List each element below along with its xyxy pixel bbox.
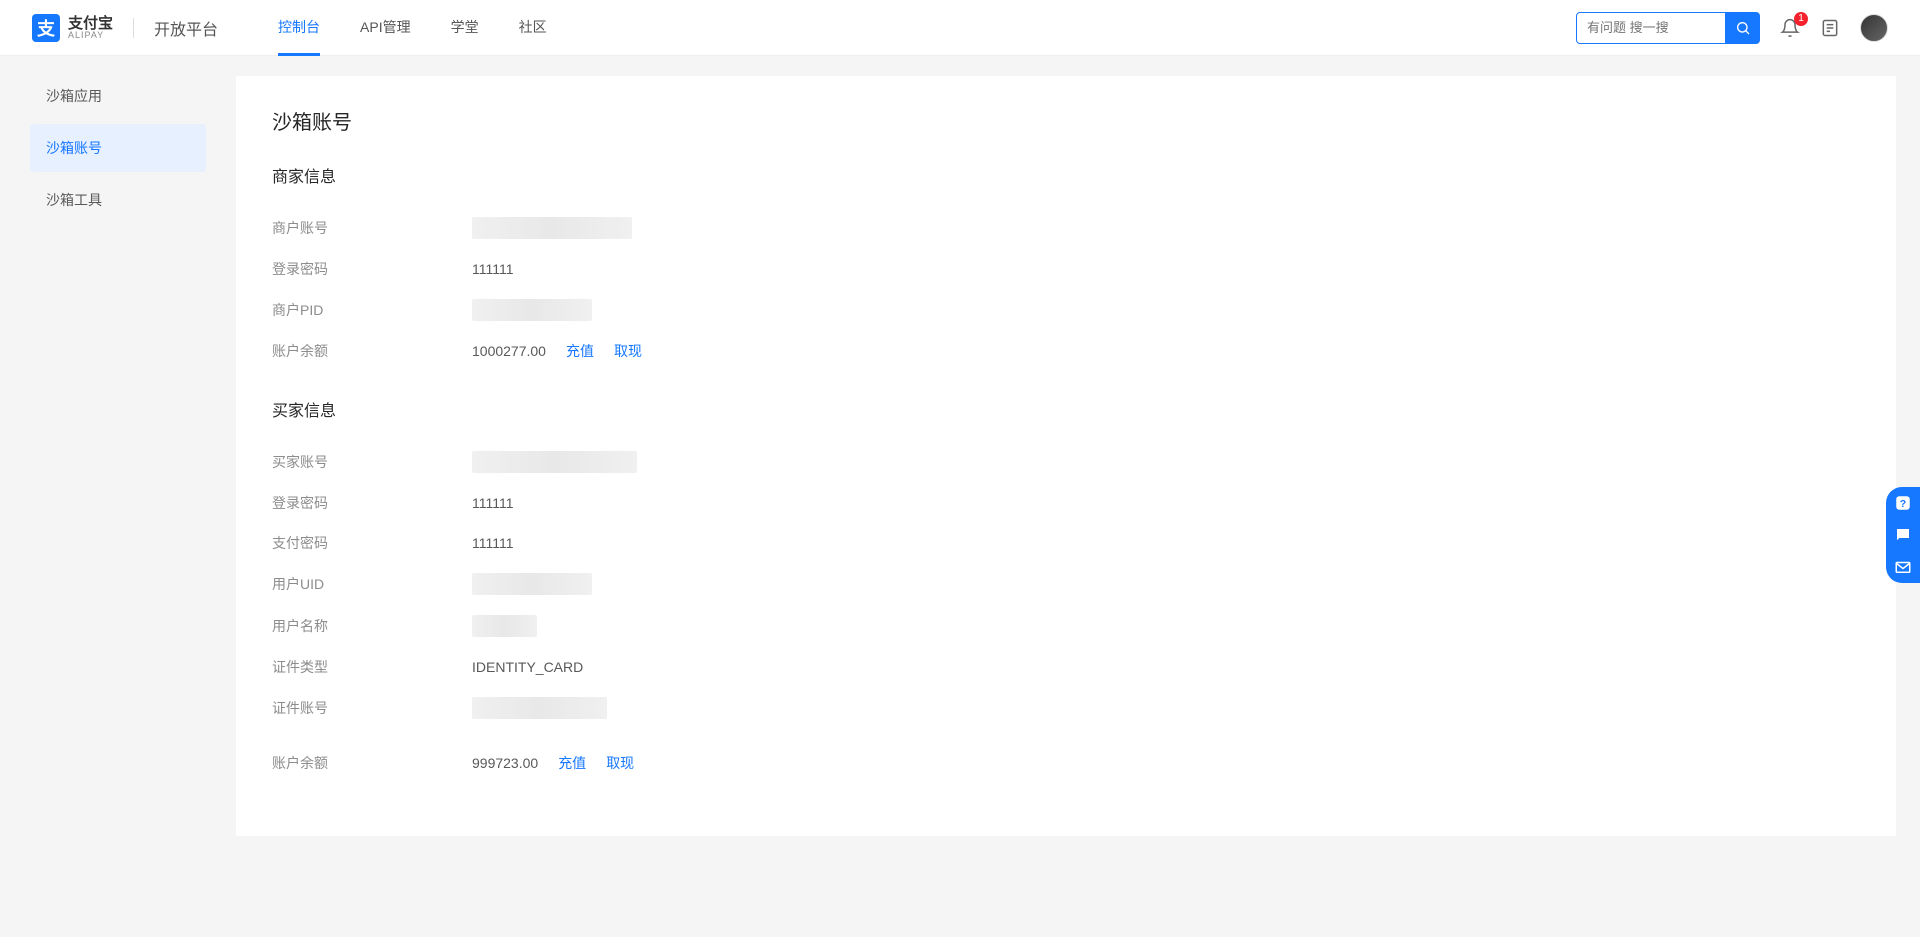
buyer-login-password-label: 登录密码 bbox=[272, 493, 472, 513]
merchant-account-value bbox=[472, 217, 632, 239]
alipay-logo-icon: 支 bbox=[32, 14, 60, 42]
buyer-account-value bbox=[472, 451, 637, 473]
notification-button[interactable]: 1 bbox=[1780, 18, 1800, 38]
buyer-login-password-row: 登录密码 111111 bbox=[272, 483, 1860, 523]
merchant-account-row: 商户账号 bbox=[272, 207, 1860, 249]
buyer-uid-value bbox=[472, 573, 592, 595]
search-icon bbox=[1735, 20, 1751, 36]
mail-icon bbox=[1894, 558, 1912, 576]
buyer-withdraw-link[interactable]: 取现 bbox=[606, 753, 634, 773]
chat-icon bbox=[1894, 526, 1912, 544]
merchant-recharge-link[interactable]: 充值 bbox=[566, 341, 594, 361]
merchant-login-password-label: 登录密码 bbox=[272, 259, 472, 279]
brand-en: ALIPAY bbox=[68, 31, 113, 40]
search-input[interactable] bbox=[1576, 12, 1726, 44]
buyer-cert-number-value bbox=[472, 697, 607, 719]
nav-api[interactable]: API管理 bbox=[360, 0, 411, 56]
buyer-section-title: 买家信息 bbox=[272, 397, 1860, 421]
float-tools: ? bbox=[1886, 487, 1920, 583]
nav-console[interactable]: 控制台 bbox=[278, 0, 320, 56]
buyer-uid-label: 用户UID bbox=[272, 574, 472, 594]
sidebar-sandbox-app[interactable]: 沙箱应用 bbox=[30, 72, 206, 120]
document-icon bbox=[1820, 18, 1840, 38]
merchant-balance-label: 账户余额 bbox=[272, 341, 472, 361]
help-icon: ? bbox=[1894, 494, 1912, 512]
buyer-name-label: 用户名称 bbox=[272, 616, 472, 636]
sidebar-sandbox-tools[interactable]: 沙箱工具 bbox=[30, 176, 206, 224]
buyer-name-row: 用户名称 bbox=[272, 605, 1860, 647]
merchant-account-label: 商户账号 bbox=[272, 218, 472, 238]
buyer-cert-number-row: 证件账号 bbox=[272, 687, 1860, 729]
buyer-cert-type-label: 证件类型 bbox=[272, 657, 472, 677]
merchant-pid-row: 商户PID bbox=[272, 289, 1860, 331]
nav-school[interactable]: 学堂 bbox=[451, 0, 479, 56]
merchant-pid-label: 商户PID bbox=[272, 300, 472, 320]
buyer-pay-password-value: 111111 bbox=[472, 535, 514, 551]
merchant-withdraw-link[interactable]: 取现 bbox=[614, 341, 642, 361]
avatar[interactable] bbox=[1860, 14, 1888, 42]
buyer-balance-row: 账户余额 999723.00 充值 取现 bbox=[272, 743, 1860, 783]
sidebar: 沙箱应用 沙箱账号 沙箱工具 bbox=[0, 56, 236, 937]
top-header: 支 支付宝 ALIPAY 开放平台 控制台 API管理 学堂 社区 1 bbox=[0, 0, 1920, 56]
merchant-balance-value: 1000277.00 bbox=[472, 343, 546, 359]
platform-name: 开放平台 bbox=[154, 16, 218, 40]
mail-tool[interactable] bbox=[1886, 551, 1920, 583]
buyer-cert-type-row: 证件类型 IDENTITY_CARD bbox=[272, 647, 1860, 687]
search-button[interactable] bbox=[1726, 12, 1760, 44]
top-nav: 控制台 API管理 学堂 社区 bbox=[278, 0, 547, 56]
notification-badge: 1 bbox=[1794, 12, 1808, 26]
merchant-balance-row: 账户余额 1000277.00 充值 取现 bbox=[272, 331, 1860, 371]
merchant-login-password-value: 111111 bbox=[472, 261, 514, 277]
docs-button[interactable] bbox=[1820, 18, 1840, 38]
buyer-cert-number-label: 证件账号 bbox=[272, 698, 472, 718]
search-box bbox=[1576, 12, 1760, 44]
buyer-account-row: 买家账号 bbox=[272, 441, 1860, 483]
sidebar-sandbox-account[interactable]: 沙箱账号 bbox=[30, 124, 206, 172]
buyer-pay-password-label: 支付密码 bbox=[272, 533, 472, 553]
merchant-pid-value bbox=[472, 299, 592, 321]
buyer-balance-value: 999723.00 bbox=[472, 755, 538, 771]
brand-cn: 支付宝 bbox=[68, 16, 113, 31]
logo-block[interactable]: 支 支付宝 ALIPAY 开放平台 bbox=[32, 14, 218, 42]
buyer-balance-label: 账户余额 bbox=[272, 753, 472, 773]
buyer-pay-password-row: 支付密码 111111 bbox=[272, 523, 1860, 563]
buyer-uid-row: 用户UID bbox=[272, 563, 1860, 605]
help-tool[interactable]: ? bbox=[1886, 487, 1920, 519]
buyer-recharge-link[interactable]: 充值 bbox=[558, 753, 586, 773]
merchant-login-password-row: 登录密码 111111 bbox=[272, 249, 1860, 289]
content-card: 沙箱账号 商家信息 商户账号 登录密码 111111 商户PID 账户余额 10… bbox=[236, 76, 1896, 836]
merchant-section-title: 商家信息 bbox=[272, 163, 1860, 187]
buyer-login-password-value: 111111 bbox=[472, 495, 514, 511]
buyer-account-label: 买家账号 bbox=[272, 452, 472, 472]
header-divider bbox=[133, 18, 134, 38]
chat-tool[interactable] bbox=[1886, 519, 1920, 551]
nav-community[interactable]: 社区 bbox=[519, 0, 547, 56]
buyer-name-value bbox=[472, 615, 537, 637]
buyer-cert-type-value: IDENTITY_CARD bbox=[472, 659, 583, 675]
page-title: 沙箱账号 bbox=[272, 106, 1860, 135]
svg-text:?: ? bbox=[1900, 498, 1906, 510]
